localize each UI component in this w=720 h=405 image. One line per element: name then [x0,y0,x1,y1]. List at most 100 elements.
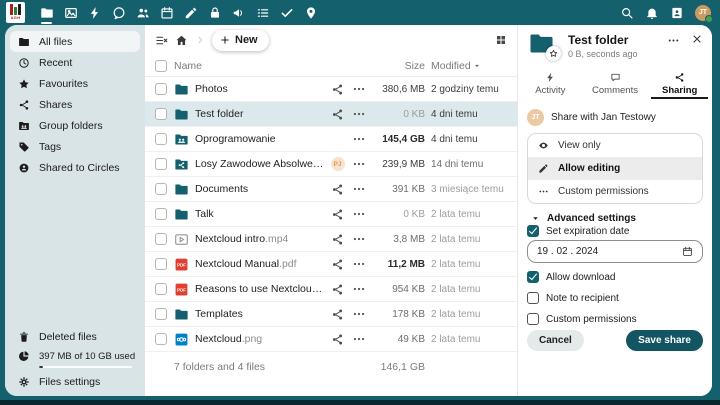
permission-custom-permissions[interactable]: Custom permissions [528,180,702,203]
custom-permissions-checkbox[interactable]: Custom permissions [527,313,637,325]
file-row[interactable]: Oprogramowanie145,4 GB4 dni temu [145,127,517,152]
sidebar-item-group-folders[interactable]: Group folders [10,115,140,136]
share-button[interactable] [331,308,344,321]
file-row[interactable]: Test folder0 KB4 dni temu [145,102,517,127]
row-checkbox[interactable] [155,258,167,270]
user-avatar[interactable]: JT [695,5,711,21]
row-actions-button[interactable] [352,332,366,346]
file-modified: 2 lata temu [431,259,507,270]
tab-comments[interactable]: Comments [583,69,648,99]
sidebar-item-tags[interactable]: Tags [10,136,140,157]
expiration-date-input[interactable]: 19 . 02 . 2024 [527,240,703,263]
grid-view-icon[interactable] [495,34,507,46]
app-tasks-button[interactable] [255,5,270,20]
home-breadcrumb-icon[interactable] [175,34,188,47]
new-button[interactable]: New [212,30,269,51]
sidebar-item-files-settings[interactable]: Files settings [10,371,140,392]
row-actions-button[interactable] [352,257,366,271]
save-share-button[interactable]: Save share [626,330,703,351]
row-actions-button[interactable] [352,307,366,321]
row-checkbox[interactable] [155,308,167,320]
close-icon[interactable] [691,33,703,45]
advanced-settings-toggle[interactable]: Advanced settings [531,213,636,224]
app-approvals-button[interactable] [279,5,294,20]
share-button[interactable] [331,233,344,246]
permission-allow-editing[interactable]: Allow editing [528,157,702,180]
row-actions-button[interactable] [352,207,366,221]
agh-logo[interactable]: AGH [6,2,25,23]
app-photos-button[interactable] [63,5,78,20]
file-row[interactable]: Talk0 KB2 lata temu [145,202,517,227]
row-checkbox[interactable] [155,333,167,345]
row-actions-button[interactable] [352,282,366,296]
sidebar-item-shared-to-circles[interactable]: Shared to Circles [10,157,140,178]
app-activity-button[interactable] [87,5,102,20]
row-actions-button[interactable] [352,157,366,171]
note-to-recipient-checkbox[interactable]: Note to recipient [527,292,619,304]
file-row[interactable]: PDFReasons to use Nextcloud.pdf954 KB2 l… [145,277,517,302]
sidebar-item-shares[interactable]: Shares [10,94,140,115]
file-row[interactable]: Templates178 KB2 lata temu [145,302,517,327]
row-actions-button[interactable] [352,132,366,146]
app-maps-button[interactable] [303,5,318,20]
search-button[interactable] [620,6,634,20]
column-modified[interactable]: Modified [431,60,507,72]
panel-actions-icon[interactable] [667,34,680,47]
allow-download-checkbox[interactable]: Allow download [527,271,616,283]
row-checkbox[interactable] [155,158,167,170]
permission-view-only[interactable]: View only [528,134,702,157]
notifications-button[interactable] [645,6,659,20]
row-actions-button[interactable] [352,232,366,246]
column-name[interactable]: Name [174,60,324,72]
row-checkbox[interactable] [155,183,167,195]
row-checkbox[interactable] [155,208,167,220]
file-row[interactable]: Documents391 KB3 miesiące temu [145,177,517,202]
row-actions-button[interactable] [352,182,366,196]
share-button[interactable] [331,258,344,271]
sidebar-item-favourites[interactable]: Favourites [10,73,140,94]
row-checkbox[interactable] [155,283,167,295]
close-navigation-icon[interactable] [155,34,168,47]
sidebar-item-recent[interactable]: Recent [10,52,140,73]
row-checkbox[interactable] [155,108,167,120]
row-checkbox[interactable] [155,233,167,245]
sidebar-quota[interactable]: 397 MB of 10 GB used [10,348,140,372]
share-button[interactable] [331,183,344,196]
row-checkbox[interactable] [155,83,167,95]
app-files-button[interactable] [39,5,54,20]
sidebar-item-deleted-files[interactable]: Deleted files [10,327,140,348]
sidebar-item-all-files[interactable]: All files [10,31,140,52]
row-actions-button[interactable] [352,107,366,121]
row-actions-button[interactable] [352,82,366,96]
set-expiration-date-checkbox[interactable]: Set expiration date [527,225,629,237]
select-all-checkbox[interactable] [155,60,167,72]
tab-sharing[interactable]: Sharing [647,69,712,99]
app-contacts-button[interactable] [135,5,150,20]
share-button[interactable] [331,108,344,121]
calendar-icon[interactable] [682,246,693,257]
share-button[interactable] [331,333,344,346]
row-checkbox[interactable] [155,133,167,145]
file-row[interactable]: Photos380,6 MB2 godziny temu [145,77,517,102]
app-talk-button[interactable] [111,5,126,20]
file-row[interactable]: Nextcloud intro.mp43,8 MB2 lata temu [145,227,517,252]
app-passwords-button[interactable] [207,5,222,20]
file-row[interactable]: PDFNextcloud Manual.pdf11,2 MB2 lata tem… [145,252,517,277]
share-button[interactable] [331,83,344,96]
file-row[interactable]: Losy Zawodowe Absolwentów AGH - raportyP… [145,152,517,177]
app-announcements-button[interactable] [231,5,246,20]
column-size[interactable]: Size [405,60,425,72]
cancel-button[interactable]: Cancel [527,330,584,351]
pencil-icon [538,163,549,174]
sharee-avatar-badge[interactable]: PJ [331,157,345,171]
folder-icon [174,207,189,222]
app-calendar-button[interactable] [159,5,174,20]
favorite-badge[interactable] [546,46,561,61]
share-button[interactable] [331,283,344,296]
contacts-menu-button[interactable] [670,6,684,20]
share-with-row[interactable]: JT Share with Jan Testowy [527,109,656,126]
tab-activity[interactable]: Activity [518,69,583,99]
file-row[interactable]: Nextcloud.png49 KB2 lata temu [145,327,517,352]
share-button[interactable] [331,208,344,221]
app-notes-button[interactable] [183,5,198,20]
